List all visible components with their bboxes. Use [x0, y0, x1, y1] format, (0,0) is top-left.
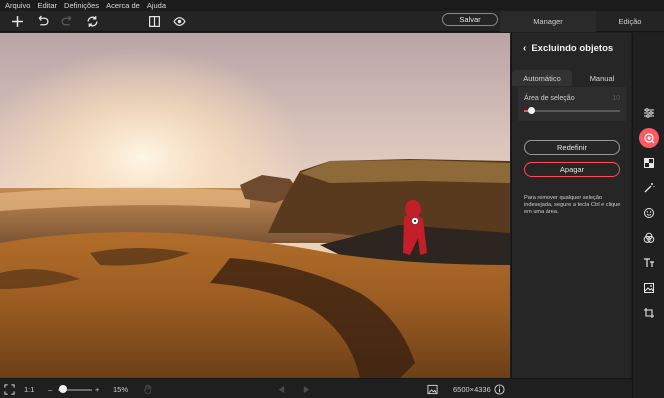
compare-icon[interactable] — [146, 13, 163, 30]
eye-icon[interactable] — [171, 13, 188, 30]
actual-size-button[interactable]: 1:1 — [24, 379, 34, 398]
zoom-in-button[interactable]: + — [95, 379, 99, 398]
slider-thumb[interactable] — [528, 107, 536, 114]
help-text: Para remover qualquer seleção indesejada… — [524, 195, 621, 215]
prev-image-icon[interactable] — [277, 379, 286, 398]
tab-automatic[interactable]: Automático — [512, 70, 572, 86]
image-canvas[interactable] — [0, 33, 510, 378]
magic-wand-icon[interactable] — [639, 178, 659, 198]
reset-button[interactable]: Redefinir — [524, 140, 620, 155]
fit-screen-icon[interactable] — [4, 379, 15, 398]
refresh-icon[interactable] — [84, 13, 101, 30]
info-icon[interactable] — [494, 379, 505, 398]
next-image-icon[interactable] — [302, 379, 311, 398]
status-bar: 1:1 – + 15% 6500×4336 — [0, 378, 632, 398]
toolbar: Salvar Manager Edição — [0, 11, 664, 32]
mode-tabs: Automático Manual — [512, 70, 632, 86]
tools-sidebar — [632, 33, 664, 398]
zoom-percent: 15% — [113, 384, 129, 394]
undo-icon[interactable] — [34, 13, 51, 30]
menu-acerca[interactable]: Acerca de — [106, 1, 140, 10]
adjustments-icon[interactable] — [639, 103, 659, 123]
face-icon[interactable] — [639, 203, 659, 223]
menu-bar: Arquivo Editar Definições Acerca de Ajud… — [0, 0, 664, 11]
image-insert-icon[interactable] — [639, 278, 659, 298]
menu-editar[interactable]: Editar — [37, 1, 57, 10]
image-dimensions: 6500×4336 — [453, 384, 491, 394]
crop-icon[interactable] — [639, 303, 659, 323]
selection-area-label: Área de seleção — [524, 95, 575, 102]
erase-button[interactable]: Apagar — [524, 162, 620, 177]
image-icon[interactable] — [427, 379, 438, 398]
tab-manual[interactable]: Manual — [572, 70, 632, 86]
panel-header[interactable]: ‹ Excluindo objetos — [523, 43, 613, 54]
menu-definicoes[interactable]: Definições — [64, 1, 99, 10]
zoom-slider-thumb[interactable] — [59, 385, 67, 393]
object-removal-panel: ‹ Excluindo objetos Automático Manual Ár… — [511, 33, 631, 378]
color-filter-icon[interactable] — [639, 228, 659, 248]
selection-area-value: 10 — [612, 95, 620, 102]
add-icon[interactable] — [9, 13, 26, 30]
object-eraser-icon[interactable] — [639, 128, 659, 148]
selection-area-section: Área de seleção 10 — [518, 87, 626, 121]
menu-ajuda[interactable]: Ajuda — [147, 1, 166, 10]
crop-ratio-icon[interactable] — [639, 153, 659, 173]
save-button[interactable]: Salvar — [442, 13, 498, 26]
zoom-out-button[interactable]: – — [48, 379, 52, 398]
tab-manager[interactable]: Manager — [500, 11, 596, 32]
panel-title: Excluindo objetos — [531, 43, 614, 54]
back-chevron-icon[interactable]: ‹ — [523, 43, 526, 54]
redo-icon[interactable] — [59, 13, 76, 30]
selection-area-slider[interactable] — [524, 107, 620, 114]
landscape-photo — [0, 33, 510, 378]
text-icon[interactable] — [639, 253, 659, 273]
hand-tool-icon[interactable] — [143, 379, 153, 398]
tab-edit[interactable]: Edição — [596, 11, 664, 32]
menu-arquivo[interactable]: Arquivo — [5, 1, 30, 10]
